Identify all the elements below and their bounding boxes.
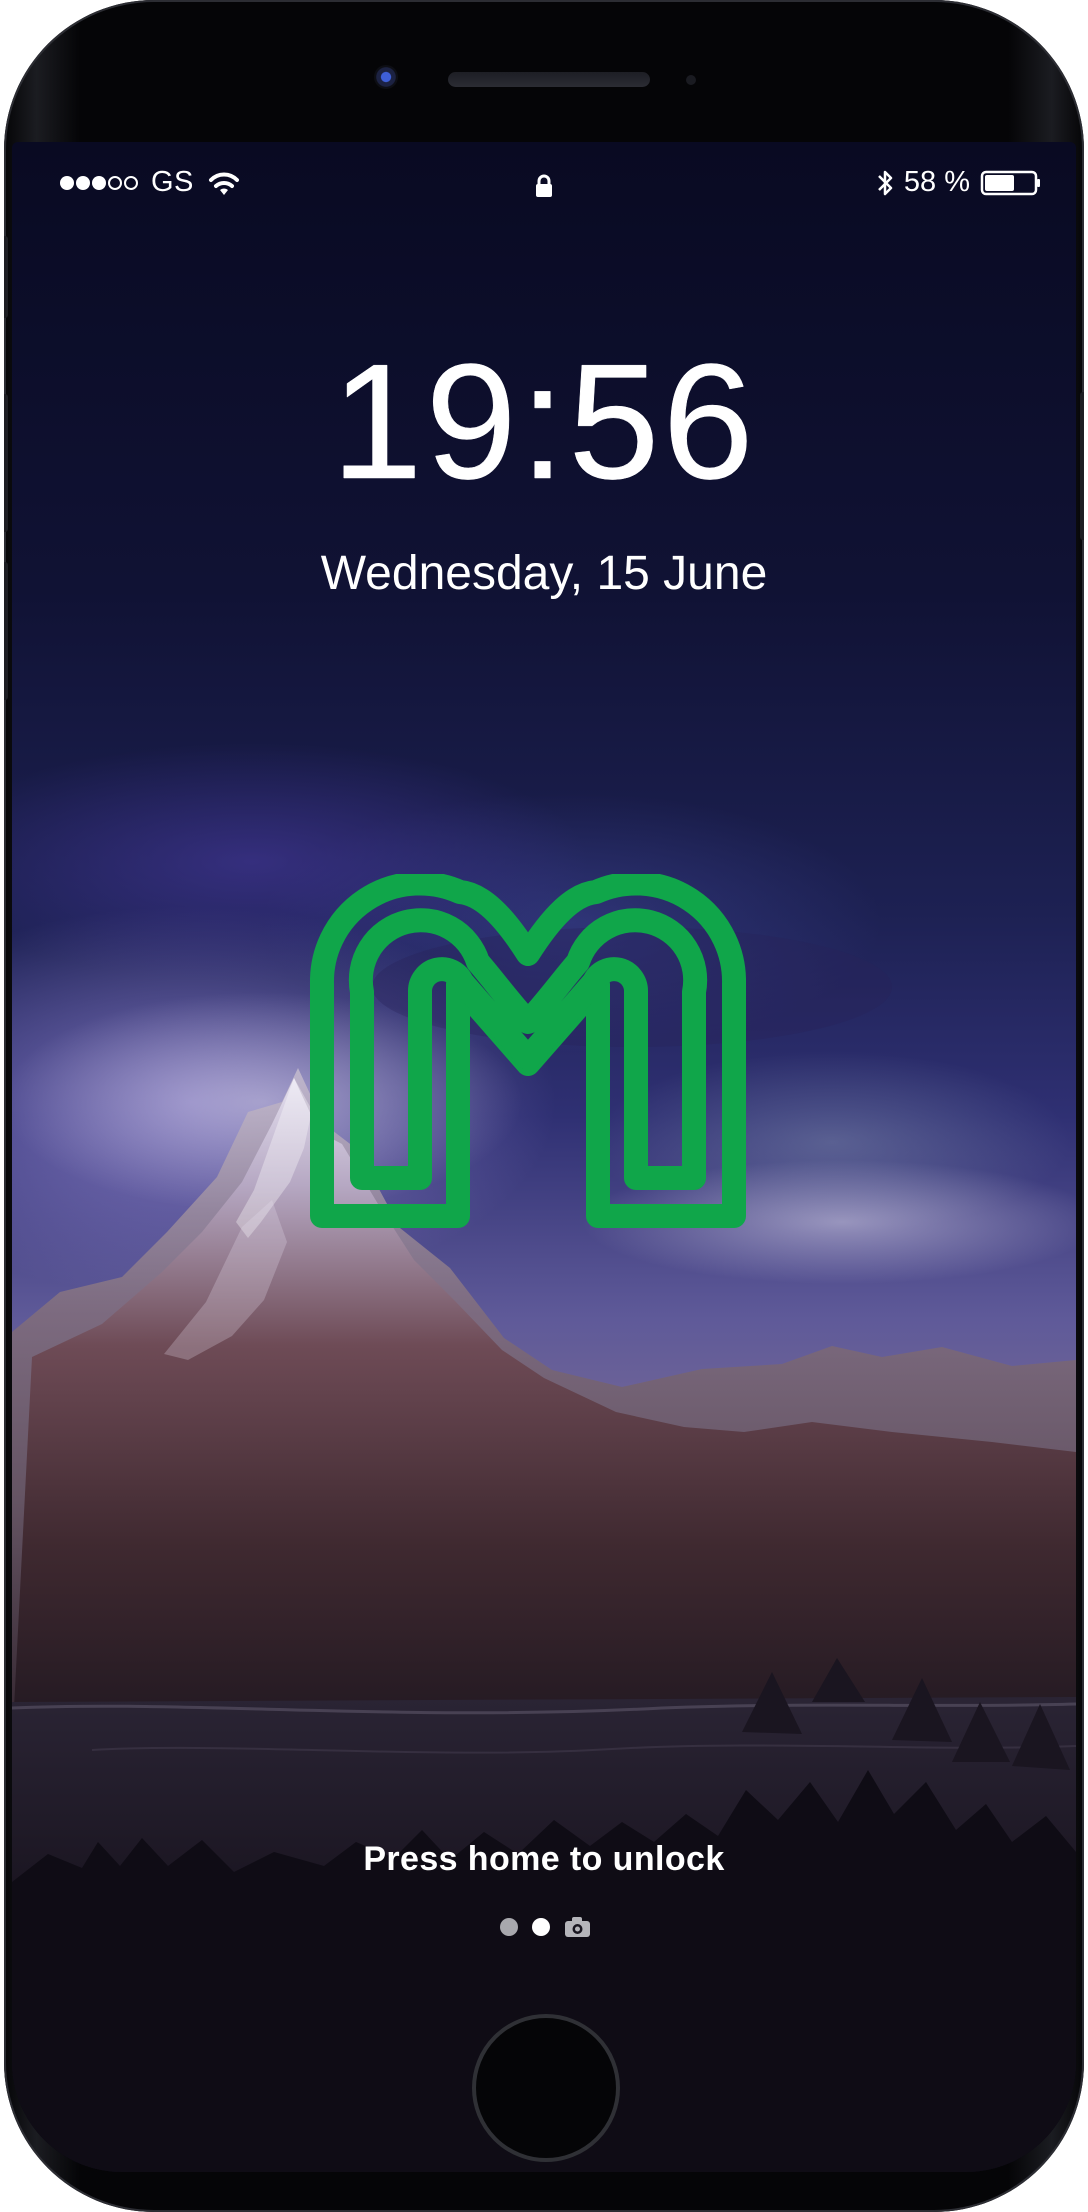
unlock-hint: Press home to unlock — [363, 1840, 725, 1878]
battery-icon — [980, 170, 1040, 195]
wifi-icon — [208, 172, 239, 195]
signal-dot-filled — [76, 175, 90, 190]
carrier-name: GS — [151, 166, 194, 198]
bluetooth-icon — [878, 170, 893, 195]
lock-screen[interactable]: GS 58 % 19:56 Wednesday, 15 June Press h… — [12, 142, 1076, 2172]
page-dot-inactive[interactable] — [500, 1918, 518, 1936]
volume-up-button[interactable] — [4, 394, 8, 532]
lock-screen-date: Wednesday, 15 June — [320, 547, 768, 600]
signal-dot-filled — [60, 175, 74, 190]
camera-icon[interactable] — [564, 1916, 591, 1938]
page-dot-active[interactable] — [532, 1918, 550, 1936]
mute-switch[interactable] — [4, 236, 8, 318]
phone-frame: GS 58 % 19:56 Wednesday, 15 June Press h… — [4, 0, 1084, 2212]
proximity-sensor — [686, 75, 696, 85]
carrier-info: GS — [60, 166, 241, 199]
system-status: 58 % — [876, 166, 1042, 199]
status-bar: GS 58 % — [12, 142, 1076, 226]
lock-icon — [536, 174, 552, 197]
home-button[interactable] — [472, 2014, 620, 2162]
lock-screen-time: 19:56 — [331, 330, 757, 513]
front-camera — [374, 65, 398, 89]
power-button[interactable] — [1080, 392, 1084, 540]
green-m-logo — [310, 874, 746, 1228]
earpiece-speaker — [448, 72, 650, 87]
battery-percent: 58 % — [903, 166, 970, 198]
volume-down-button[interactable] — [4, 562, 8, 700]
page-indicator[interactable] — [500, 1913, 600, 1941]
signal-strength — [60, 175, 138, 190]
signal-dot-filled — [92, 175, 106, 190]
signal-dot-empty — [124, 175, 138, 190]
signal-dot-empty — [108, 175, 122, 190]
